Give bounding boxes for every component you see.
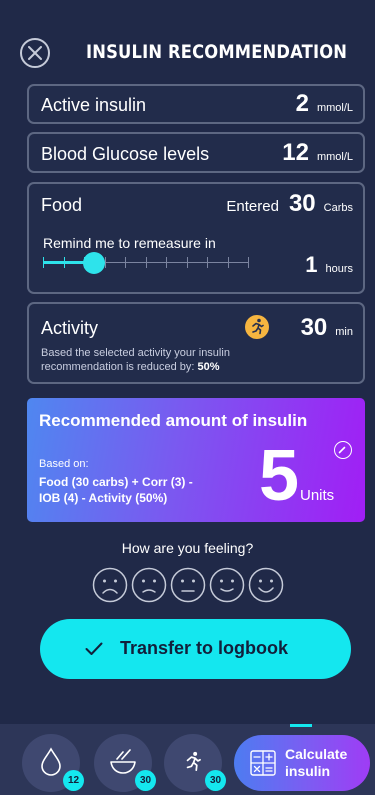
drop-icon: [41, 747, 61, 776]
calculator-icon: [250, 750, 276, 776]
active-insulin-value-group: 2 mmol/L: [296, 90, 353, 118]
blood-glucose-unit: mmol/L: [316, 151, 353, 163]
slider-tick: [125, 257, 126, 268]
remind-slider[interactable]: [43, 251, 249, 275]
blood-glucose-card[interactable]: Blood Glucose levels 12 mmol/L: [27, 132, 365, 173]
recommended-unit: Units: [300, 487, 335, 504]
formula-line-1: Food (30 carbs) + Corr (3) -: [39, 475, 193, 489]
edit-button[interactable]: [334, 441, 352, 459]
slider-tick: [166, 257, 167, 268]
running-icon: [186, 751, 201, 771]
active-insulin-unit: mmol/L: [316, 102, 353, 114]
blood-glucose-value: 12: [282, 139, 309, 166]
happy-face-icon[interactable]: [209, 567, 245, 603]
slider-tick: [64, 257, 65, 268]
activity-card[interactable]: Activity 30 min Based the selected activi…: [27, 302, 365, 384]
food-card[interactable]: Food Entered 30 Carbs Remind me to remeasu…: [27, 182, 365, 294]
slider-thumb[interactable]: [83, 252, 105, 274]
food-value-group: Entered 30 Carbs: [226, 190, 353, 218]
nav-activity-badge: 30: [205, 770, 226, 791]
remind-unit: hours: [325, 263, 353, 275]
formula-line-2: IOB (4) - Activity (50%): [39, 491, 168, 505]
remind-label: Remind me to remeasure in: [43, 235, 216, 251]
nav-food-badge: 30: [135, 770, 156, 791]
header: INSULIN RECOMMENDATION: [0, 36, 375, 74]
activity-label: Activity: [41, 318, 99, 338]
checkmark-icon: [85, 642, 103, 655]
transfer-label: Transfer to logbook: [120, 638, 289, 658]
based-on-label: Based on:: [39, 458, 89, 470]
slider-tick: [187, 257, 188, 268]
sad-face-icon[interactable]: [131, 567, 167, 603]
pencil-icon: [338, 446, 346, 454]
active-insulin-value: 2: [295, 90, 309, 117]
slider-tick: [105, 257, 106, 268]
slider-tick: [207, 257, 208, 268]
activity-value-group: 30 min: [301, 314, 353, 342]
very-sad-face-icon[interactable]: [92, 567, 128, 603]
nav-glucose-badge: 12: [63, 770, 84, 791]
food-entered-label: Entered: [226, 198, 279, 215]
recommendation-title: Recommended amount of insulin: [39, 411, 308, 430]
slider-tick: [248, 257, 249, 268]
close-icon: [28, 46, 42, 60]
food-label: Food: [41, 195, 83, 215]
blood-glucose-value-group: 12 mmol/L: [282, 139, 353, 167]
nav-active-indicator: [290, 724, 312, 727]
calculate-insulin-button[interactable]: Calculate insulin: [234, 735, 370, 791]
recommended-value: 5: [259, 436, 300, 516]
slider-tick: [43, 257, 44, 268]
activity-description: Based the selected activity your insulin…: [41, 346, 291, 374]
recommendation-card: Recommended amount of insulin Based on: …: [27, 398, 365, 522]
transfer-to-logbook-button[interactable]: Transfer to logbook: [40, 619, 351, 679]
blood-glucose-label: Blood Glucose levels: [41, 144, 210, 164]
activity-value: 30: [300, 314, 328, 341]
very-happy-face-icon[interactable]: [248, 567, 284, 603]
remind-value-group: 1 hours: [305, 252, 353, 278]
calculate-label-line-1: Calculate: [285, 746, 348, 762]
food-bowl-icon: [110, 749, 136, 774]
neutral-face-icon[interactable]: [170, 567, 206, 603]
active-insulin-card[interactable]: Active insulin 2 mmol/L: [27, 84, 365, 124]
running-icon: [245, 315, 269, 339]
activity-reduction: 50%: [197, 361, 220, 373]
slider-tick: [228, 257, 229, 268]
calculate-label-line-2: insulin: [285, 763, 331, 779]
slider-tick: [146, 257, 147, 268]
activity-unit: min: [335, 326, 353, 338]
page-title: INSULIN RECOMMENDATION: [86, 41, 348, 63]
feeling-question: How are you feeling?: [121, 540, 254, 556]
close-button[interactable]: [20, 38, 50, 68]
active-insulin-label: Active insulin: [41, 95, 147, 115]
remind-value: 1: [305, 252, 318, 277]
food-value: 30: [288, 190, 316, 217]
food-unit: Carbs: [323, 202, 353, 214]
